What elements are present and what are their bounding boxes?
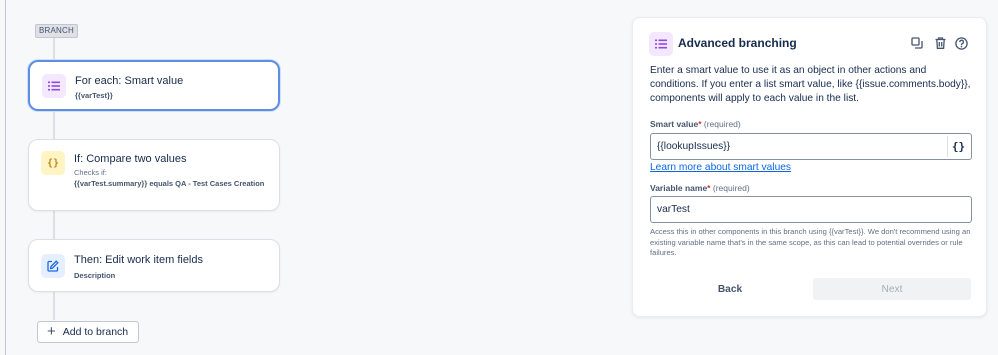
add-to-branch-button[interactable]: + Add to branch <box>37 321 139 343</box>
smart-value-text: {{lookupIssues}} <box>657 141 731 152</box>
connector-line <box>53 38 55 60</box>
card-title: Then: Edit work item fields <box>74 254 203 266</box>
variable-help-text: Access this in other components in this … <box>650 227 971 257</box>
braces-icon: {} <box>41 151 65 175</box>
branch-tag: BRANCH <box>35 24 78 38</box>
list-icon <box>42 74 66 98</box>
left-rail-line <box>5 0 6 355</box>
if-condition-card[interactable]: {} If: Compare two values Checks if: {{v… <box>28 139 280 211</box>
learn-more-link[interactable]: Learn more about smart values <box>650 162 791 173</box>
card-caption: Checks if: <box>74 168 107 177</box>
edit-fields-card[interactable]: Then: Edit work item fields Description <box>28 239 280 292</box>
smart-value-label: Smart value* (required) <box>650 119 741 129</box>
back-button[interactable]: Back <box>650 278 810 300</box>
card-detail: {{varTest.summary}} equals QA - Test Cas… <box>74 179 265 188</box>
duplicate-icon[interactable] <box>909 35 925 51</box>
help-icon[interactable] <box>953 35 969 51</box>
for-each-card[interactable]: For each: Smart value {{varTest}} <box>28 60 280 111</box>
card-subtitle: {{varTest}} <box>75 91 113 100</box>
plus-icon: + <box>47 323 56 340</box>
connector-line <box>53 210 55 239</box>
smart-value-picker-button[interactable]: {} <box>947 136 969 157</box>
card-subtitle: Description <box>74 271 116 280</box>
card-title: For each: Smart value <box>75 75 184 87</box>
next-button[interactable]: Next <box>813 278 971 300</box>
trash-icon[interactable] <box>932 35 948 51</box>
variable-name-label: Variable name* (required) <box>650 183 750 193</box>
card-title: If: Compare two values <box>74 153 187 165</box>
edit-icon <box>41 254 65 278</box>
variable-name-text: varTest <box>657 204 690 215</box>
list-icon <box>649 32 673 56</box>
panel-title: Advanced branching <box>678 36 797 50</box>
add-to-branch-label: Add to branch <box>62 326 129 338</box>
variable-name-input[interactable]: varTest <box>650 196 972 223</box>
panel-description: Enter a smart value to use it as an obje… <box>650 65 971 104</box>
connector-line <box>53 110 55 139</box>
smart-value-input[interactable]: {{lookupIssues}} {} <box>650 133 972 160</box>
rule-canvas: BRANCH For each: Smart value {{varTest}}… <box>0 0 620 355</box>
connector-line <box>53 292 55 320</box>
advanced-branching-panel: Advanced branching Enter a smart value t… <box>632 17 987 317</box>
